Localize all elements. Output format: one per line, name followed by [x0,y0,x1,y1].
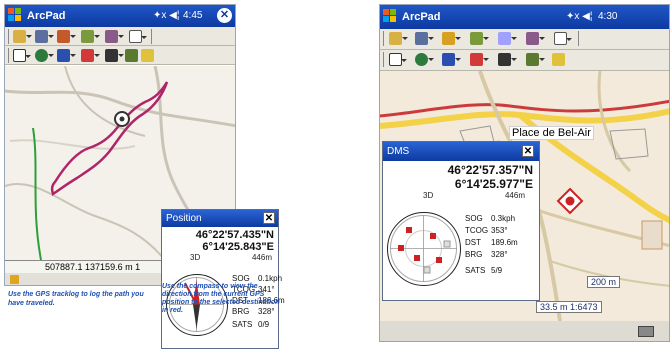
save-icon[interactable] [35,30,54,43]
note-icon[interactable] [552,53,565,66]
scale-bar-label: 200 m [587,276,621,288]
binoculars-icon[interactable] [498,53,517,66]
map-coordinates: 507887.1 137159.6 m 1 [45,262,141,272]
longitude-value: 6°14'25.843"E [202,241,274,253]
binoculars-icon[interactable] [105,49,124,62]
fix-type: 3D [423,191,434,200]
longitude-value: 6°14'25.977"E [454,177,533,191]
back-arrow-icon[interactable] [442,53,461,66]
gps-person-icon[interactable] [81,49,100,62]
close-app-button[interactable]: ✕ [217,8,232,23]
gps-readout-0: SOG 0.1kph [232,274,283,283]
position-dialog-close-button[interactable]: ✕ [263,212,275,224]
caption-compass: Use the compass to view the direction fr… [162,283,280,314]
dms-dialog-close-button[interactable]: ✕ [522,145,534,157]
tools-icon[interactable] [526,32,545,45]
left-title-bar: ArcPad ✦x ◀¦ 4:45 ✕ [5,5,235,27]
position-dialog-header: Position ✕ [162,210,278,227]
clock[interactable]: 4:45 [183,10,202,21]
gps-readout-2: DST 189.6m [465,238,518,247]
back-arrow-icon[interactable] [57,49,76,62]
clock[interactable]: 4:30 [598,11,617,22]
gps-readout-3: BRG 328° [465,250,508,259]
scale-readout: 33.5 m 1:6473 [536,301,602,313]
fix-altitude-row: 3D 446m [383,191,539,201]
place-label: Place de Bel-Air [509,126,594,140]
left-toolbar-1 [5,27,235,46]
add-layer-icon[interactable] [57,30,76,43]
right-toolbar-1 [380,29,669,50]
keyboard-icon[interactable] [638,326,654,337]
pen-icon[interactable] [125,49,138,62]
open-folder-icon[interactable] [389,32,408,45]
fix-altitude-row: 3D 446m [162,253,278,263]
app-title: ArcPad [27,10,66,22]
dms-dialog-title: DMS [387,146,410,157]
right-bottom-bar [380,321,669,341]
latitude-value: 46°22'57.435"N [195,229,274,241]
lock-icon[interactable] [10,275,19,284]
left-toolbar-2 [5,46,235,65]
layers-icon[interactable] [81,30,100,43]
right-toolbar-2 [380,50,669,71]
note-icon[interactable] [141,49,154,62]
connectivity-volume-icons[interactable]: ✦x ◀¦ [566,11,592,22]
save-icon[interactable] [415,32,434,45]
dms-dialog-header: DMS ✕ [383,142,539,161]
dms-dialog: DMS ✕ 46°22'57.357"N 6°14'25.977"E 3D 44… [382,141,540,301]
pan-hand-icon[interactable] [389,53,407,66]
caption-tracklog: Use the GPS tracklog to log the path you… [8,291,144,307]
gps-readout-0: SOG 0.3kph [465,214,516,223]
zoom-icon[interactable] [13,49,31,62]
fix-type: 3D [190,253,201,262]
pen-icon[interactable] [526,53,545,66]
tools-icon[interactable] [105,30,124,43]
position-dialog: Position ✕ 46°22'57.435"N 6°14'25.843"E … [161,209,285,349]
add-layer-icon[interactable] [442,32,461,45]
latitude-value: 46°22'57.357"N [447,163,533,177]
connectivity-volume-icons[interactable]: ✦x ◀¦ [153,10,179,21]
open-folder-icon[interactable] [13,30,32,43]
altitude-value: 446m [251,253,272,262]
help-icon[interactable] [129,30,147,43]
windows-start-icon[interactable] [8,8,23,23]
right-device-screen: ArcPad ✦x ◀¦ 4:30 200 m 33.5 m 1:6473 Pl… [379,4,670,342]
gps-readout-1: TCOG 353° [465,226,508,235]
map-style-icon[interactable] [498,32,517,45]
app-title: ArcPad [402,11,441,23]
help-icon[interactable] [554,32,572,45]
layers-icon[interactable] [470,32,489,45]
right-title-bar: ArcPad ✦x ◀¦ 4:30 [380,5,669,29]
globe-icon[interactable] [415,53,434,66]
gps-person-icon[interactable] [470,53,489,66]
position-dialog-title: Position [166,213,202,224]
altitude-value: 446m [504,191,525,200]
globe-icon[interactable] [35,49,54,62]
gps-readout-4: SATS 0/9 [232,320,270,329]
skyplot-graphic [390,215,457,282]
satellite-skyplot [387,212,461,286]
gps-readout-4: SATS 5/9 [465,266,503,275]
windows-start-icon[interactable] [383,9,398,24]
